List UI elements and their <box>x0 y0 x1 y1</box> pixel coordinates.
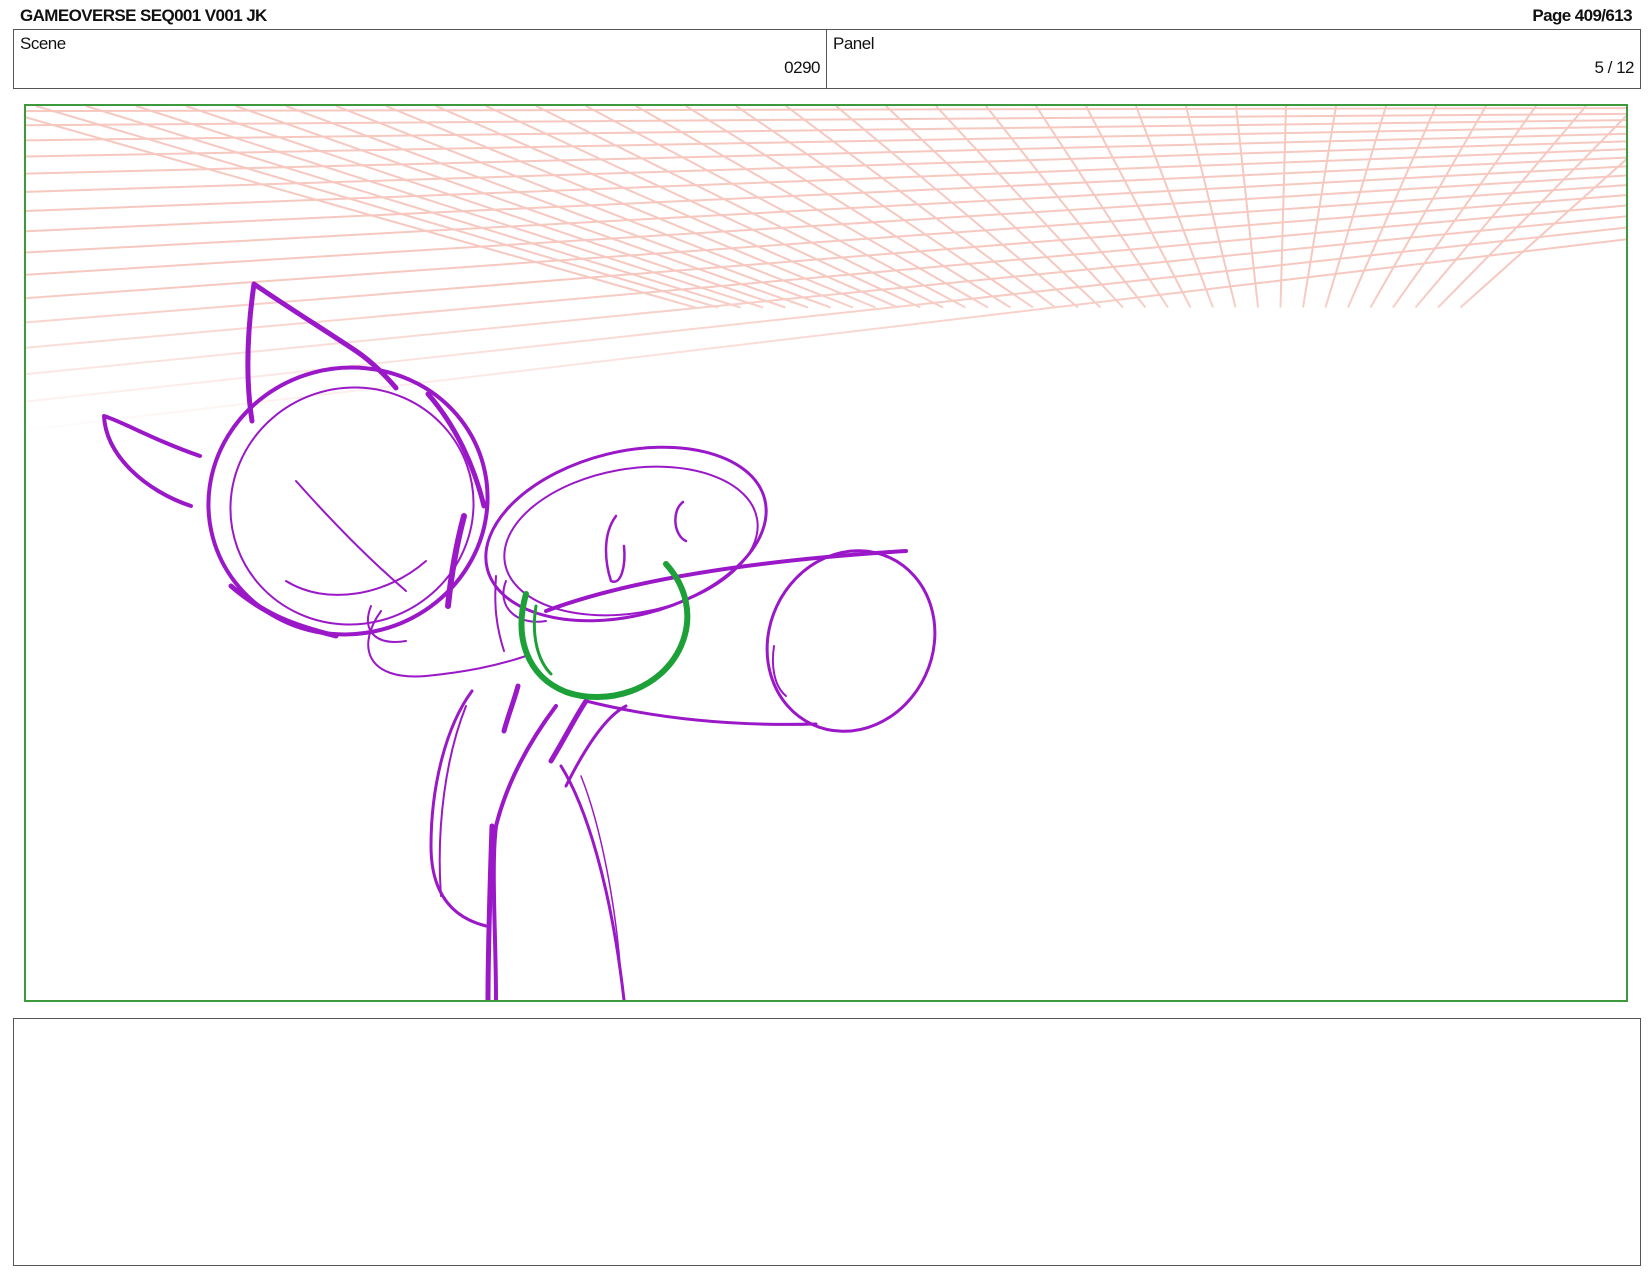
grid-line <box>1279 106 1287 308</box>
collar-sketch <box>518 561 691 701</box>
grid-line <box>26 125 1626 158</box>
grid-line <box>385 106 876 309</box>
character-sketch <box>102 281 937 1000</box>
storyboard-frame <box>24 104 1628 1002</box>
scene-label: Scene <box>20 34 66 53</box>
grid-line <box>26 174 1626 276</box>
grid-line <box>1347 106 1437 308</box>
notes-box[interactable] <box>13 1018 1641 1266</box>
panel-cell: Panel 5 / 12 <box>827 30 1640 88</box>
sketch-canvas <box>26 106 1626 1000</box>
scene-panel-info-row: Scene 0290 Panel 5 / 12 <box>13 29 1641 89</box>
grid-line <box>1185 106 1237 308</box>
grid-line <box>26 226 1626 403</box>
grid-line <box>26 204 1626 349</box>
scene-cell: Scene 0290 <box>14 30 827 88</box>
grid-line <box>1324 106 1387 308</box>
panel-number: 5 / 12 <box>1594 58 1634 77</box>
grid-line <box>26 238 1626 431</box>
storyboard-title: GAMEOVERSE SEQ001 V001 JK <box>20 6 267 25</box>
panel-label: Panel <box>833 34 874 53</box>
scene-number: 0290 <box>784 58 820 77</box>
perspective-grid <box>26 106 1626 431</box>
grid-line <box>1235 106 1259 308</box>
page-counter: Page 409/613 <box>1532 6 1632 25</box>
grid-line <box>685 106 1012 309</box>
grid-line <box>26 140 1626 193</box>
grid-line <box>26 107 1626 113</box>
